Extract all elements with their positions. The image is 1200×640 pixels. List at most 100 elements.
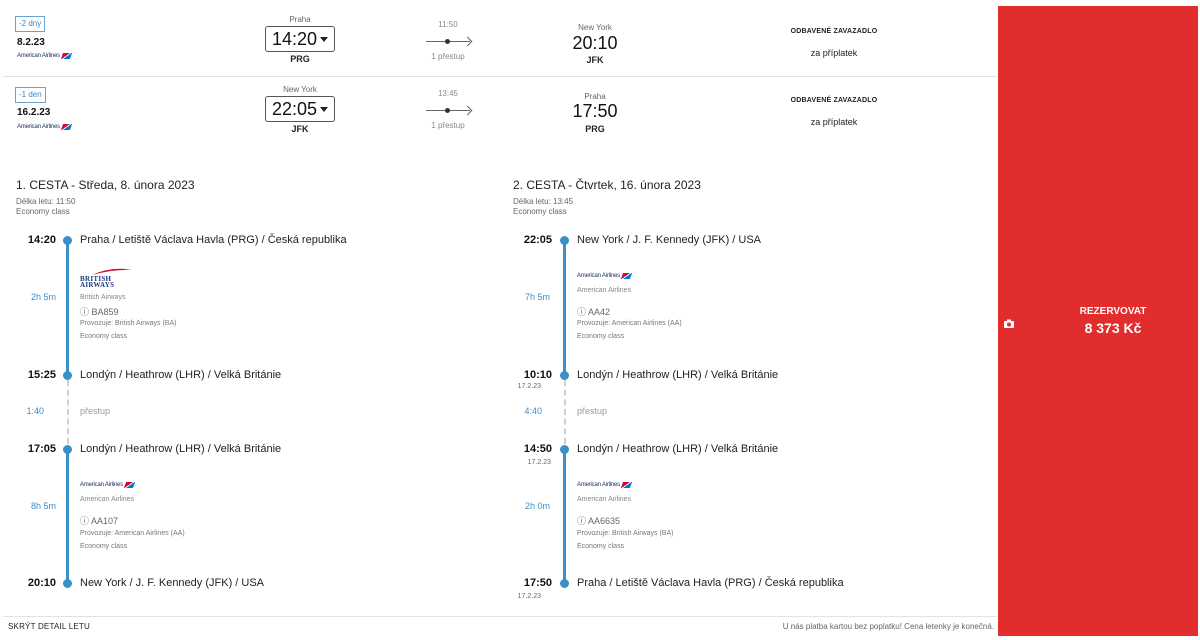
route-arrow-icon xyxy=(426,105,473,116)
departure-date: 8.2.23 xyxy=(17,37,45,48)
timeline-dot xyxy=(63,579,72,588)
date-shift-badge: -2 dny xyxy=(15,16,46,32)
leg-duration: Délka letu: 13:45 xyxy=(513,197,574,206)
origin-code: PRG xyxy=(290,54,310,64)
stop-place: Londýn / Heathrow (LHR) / Velká Británie xyxy=(80,443,282,455)
segment-duration: 2h 5m xyxy=(30,292,56,302)
cabin-class: Economy class xyxy=(577,543,625,550)
leg-title: 1. CESTA - Středa, 8. února 2023 xyxy=(16,178,195,192)
timeline-segment xyxy=(563,449,566,583)
stop-place: Londýn / Heathrow (LHR) / Velká Británie xyxy=(80,369,282,381)
stop-place: Praha / Letiště Václava Havla (PRG) / Če… xyxy=(80,234,347,246)
stop-time: 14:50 xyxy=(523,443,552,455)
stop-time: 17:50 xyxy=(523,577,552,589)
timeline-dot xyxy=(63,236,72,245)
timeline-segment xyxy=(563,241,566,375)
leg-title: 2. CESTA - Čtvrtek, 16. února 2023 xyxy=(513,178,701,192)
destination-code: JFK xyxy=(586,55,604,65)
leg-class: Economy class xyxy=(513,207,567,216)
operated-by: Provozuje: American Airlines (AA) xyxy=(577,320,682,327)
departure-time-select[interactable]: 14:20 xyxy=(265,26,335,52)
timeline-transfer xyxy=(564,380,566,444)
british-airways-logo: BRITISH AIRWAYS xyxy=(80,268,140,292)
timeline-dot xyxy=(560,445,569,454)
baggage-surcharge: za příplatek xyxy=(810,48,858,58)
departure-time-select[interactable]: 22:05 xyxy=(265,96,335,122)
stop-time: 20:10 xyxy=(27,577,56,589)
leg-duration: Délka letu: 11:50 xyxy=(16,197,76,206)
arrival-time: 20:10 xyxy=(572,33,618,53)
timeline-dot xyxy=(560,236,569,245)
timeline-segment xyxy=(66,241,69,375)
timeline-dot xyxy=(63,371,72,380)
cabin-class: Economy class xyxy=(577,333,625,340)
stop-place: Londýn / Heathrow (LHR) / Velká Británie xyxy=(577,443,779,455)
american-airlines-logo: American Airlines xyxy=(17,53,73,59)
operated-by: Provozuje: British Airways (BA) xyxy=(80,320,177,327)
flight-number[interactable]: ⓘ BA859 xyxy=(80,305,119,318)
camera-icon xyxy=(1004,319,1014,328)
checked-baggage-title: ODBAVENÉ ZAVAZADLO xyxy=(790,28,878,35)
chevron-down-icon xyxy=(320,107,328,112)
cabin-class: Economy class xyxy=(80,543,128,550)
stop-time: 22:05 xyxy=(523,234,552,246)
stop-date: 17.2.23 xyxy=(527,459,551,466)
airline-name: American Airlines xyxy=(577,287,632,294)
flight-duration: 13:45 xyxy=(437,89,459,98)
row-divider xyxy=(3,76,997,77)
operated-by: Provozuje: American Airlines (AA) xyxy=(80,530,185,537)
transfer-label: přestup xyxy=(80,406,111,416)
book-label: REZERVOVAT xyxy=(1079,306,1147,317)
stops-count: 1 přestup xyxy=(431,121,465,130)
aa-flag-icon xyxy=(620,482,633,488)
timeline-dot xyxy=(560,579,569,588)
total-price: 8 373 Kč xyxy=(1084,320,1142,336)
stop-time: 14:20 xyxy=(27,234,56,246)
timeline-dot xyxy=(63,445,72,454)
stop-date: 17.2.23 xyxy=(517,383,541,390)
segment-duration: 7h 5m xyxy=(524,292,550,302)
footer-divider xyxy=(3,616,997,617)
origin-city: New York xyxy=(283,85,317,94)
book-button[interactable]: REZERVOVAT 8 373 Kč xyxy=(998,6,1198,636)
stop-place: Praha / Letiště Václava Havla (PRG) / Če… xyxy=(577,577,844,589)
chevron-down-icon xyxy=(320,37,328,42)
destination-city: Praha xyxy=(584,92,606,101)
departure-date: 16.2.23 xyxy=(17,107,51,118)
stop-place: New York / J. F. Kennedy (JFK) / USA xyxy=(80,577,265,589)
hide-detail-link[interactable]: SKRÝT DETAIL LETU xyxy=(8,622,90,631)
destination-code: PRG xyxy=(585,124,605,134)
cabin-class: Economy class xyxy=(80,333,128,340)
stop-place: New York / J. F. Kennedy (JFK) / USA xyxy=(577,234,762,246)
aa-flag-icon xyxy=(60,124,73,130)
flight-number[interactable]: ⓘ AA42 xyxy=(577,305,610,318)
american-airlines-logo: American Airlines xyxy=(577,273,633,279)
flight-number[interactable]: ⓘ AA107 xyxy=(80,514,118,527)
timeline-segment xyxy=(66,449,69,583)
airline-name: American Airlines xyxy=(80,496,135,503)
origin-city: Praha xyxy=(289,15,311,24)
timeline-dot xyxy=(560,371,569,380)
stop-time: 15:25 xyxy=(27,369,56,381)
flight-duration: 11:50 xyxy=(438,20,458,29)
flight-number[interactable]: ⓘ AA6635 xyxy=(577,514,620,527)
transfer-label: přestup xyxy=(577,406,608,416)
aa-flag-icon xyxy=(60,53,73,59)
payment-note: U nás platba kartou bez poplatku! Cena l… xyxy=(782,622,994,631)
timeline-transfer xyxy=(67,380,69,444)
date-shift-badge: -1 den xyxy=(15,87,46,103)
operated-by: Provozuje: British Airways (BA) xyxy=(577,530,674,537)
american-airlines-logo: American Airlines xyxy=(577,482,633,488)
stops-count: 1 přestup xyxy=(431,52,465,61)
transfer-duration: 4:40 xyxy=(524,406,542,416)
aa-flag-icon xyxy=(620,273,633,279)
aa-flag-icon xyxy=(123,482,136,488)
baggage-surcharge: za příplatek xyxy=(810,117,858,127)
leg-class: Economy class xyxy=(16,207,70,216)
origin-code: JFK xyxy=(291,124,309,134)
stop-date: 17.2.23 xyxy=(517,593,541,600)
american-airlines-logo: American Airlines xyxy=(17,124,73,130)
checked-baggage-title: ODBAVENÉ ZAVAZADLO xyxy=(790,97,878,104)
airline-name: British Airways xyxy=(80,294,126,301)
stop-time: 10:10 xyxy=(523,369,552,381)
